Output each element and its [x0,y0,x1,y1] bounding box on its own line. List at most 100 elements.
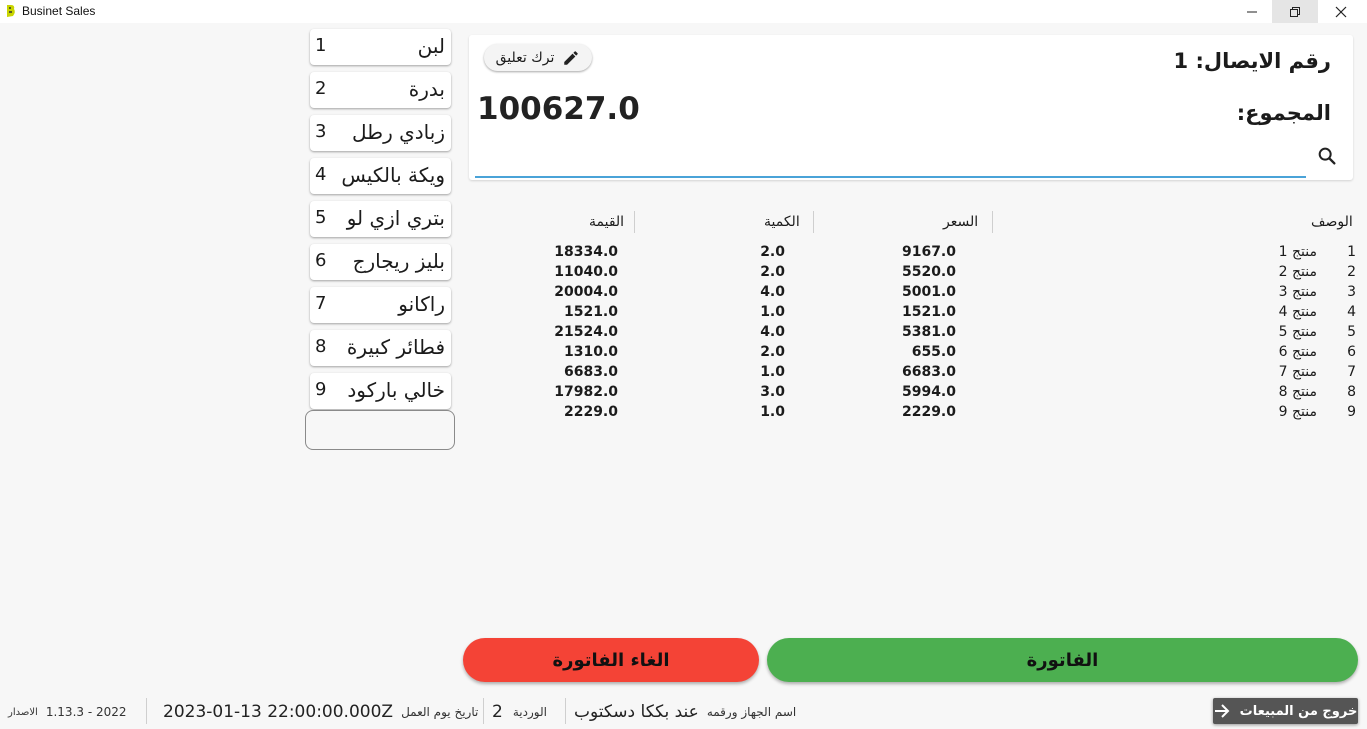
col-header-price: السعر [943,214,979,230]
close-icon [1335,6,1347,17]
row-value: 21524.0 [554,324,618,340]
cancel-invoice-button[interactable]: الغاء الفاتورة [463,638,759,682]
product-name: بتري ازي لو [346,206,445,230]
minimize-button[interactable] [1229,0,1275,23]
invoice-button[interactable]: الفاتورة [767,638,1358,682]
product-name: لبن [417,34,445,58]
product-number: 5 [315,207,327,228]
table-row[interactable]: 7 منتج 7 6683.0 1.0 6683.0 [469,364,1359,384]
row-description: منتج 2 [1278,264,1317,280]
arrow-right-icon [1214,704,1230,718]
title-bar: Businet Sales [0,0,1367,23]
table-row[interactable]: 6 منتج 6 655.0 2.0 1310.0 [469,344,1359,364]
col-header-quantity: الكمية [764,214,800,230]
shift-value: 2 [492,702,503,722]
row-description: منتج 9 [1278,404,1317,420]
product-number: 4 [315,164,327,185]
app-title: Businet Sales [22,4,96,18]
search-underline [475,176,1306,178]
shift-label: الوردية [512,705,547,719]
row-price: 5381.0 [901,324,956,340]
shift-info: 2 الوردية [492,701,547,723]
row-quantity: 1.0 [760,364,785,380]
search-input[interactable] [475,145,1310,175]
status-divider [565,698,566,724]
receipt-number: رقم الايصال: 1 [1173,49,1331,73]
version-info: الاصدار 1.13.3 - 2022 [8,701,127,723]
table-row[interactable]: 2 منتج 2 5520.0 2.0 11040.0 [469,264,1359,284]
row-description: منتج 8 [1278,384,1317,400]
row-quantity: 2.0 [760,244,785,260]
row-index: 3 [1347,284,1356,300]
product-name: فطائر كبيرة [346,335,445,359]
pencil-icon [564,50,579,65]
row-index: 6 [1347,344,1356,360]
product-button[interactable]: زبادي رطل 3 [310,115,451,151]
table-row[interactable]: 4 منتج 4 1521.0 1.0 1521.0 [469,304,1359,324]
row-description: منتج 6 [1278,344,1317,360]
row-index: 4 [1347,304,1356,320]
row-description: منتج 3 [1278,284,1317,300]
table-row[interactable]: 9 منتج 9 2229.0 1.0 2229.0 [469,404,1359,424]
row-quantity: 1.0 [760,404,785,420]
row-description: منتج 4 [1278,304,1317,320]
workday-label: تاريخ يوم العمل [401,705,479,719]
row-price: 9167.0 [901,244,956,260]
product-button[interactable]: راكانو 7 [310,287,451,323]
product-button[interactable]: بتري ازي لو 5 [310,201,451,237]
row-quantity: 3.0 [760,384,785,400]
col-header-value: القيمة [589,214,625,230]
row-index: 1 [1347,244,1356,260]
device-label: اسم الجهاز ورقمه [706,705,797,719]
product-button[interactable]: بدرة 2 [310,72,451,108]
product-name: زبادي رطل [352,120,445,144]
row-index: 8 [1347,384,1356,400]
empty-product-slot[interactable] [305,410,455,450]
row-quantity: 4.0 [760,284,785,300]
product-name: بليز ريجارج [352,249,445,273]
workday-info: 2023-01-13 22:00:00.000Z تاريخ يوم العمل [163,701,478,723]
product-number: 9 [315,379,327,400]
workday-value: 2023-01-13 22:00:00.000Z [163,702,394,722]
row-index: 9 [1347,404,1356,420]
row-quantity: 4.0 [760,324,785,340]
row-price: 6683.0 [901,364,956,380]
row-value: 1521.0 [563,304,618,320]
product-button[interactable]: خالي باركود 9 [310,373,451,409]
exit-sales-button[interactable]: خروج من المبيعات [1213,698,1358,724]
restore-icon [1290,6,1300,17]
column-divider [813,211,814,233]
device-value: عند بككا دسكتوب [574,702,699,722]
row-price: 1521.0 [901,304,956,320]
row-description: منتج 7 [1278,364,1317,380]
product-number: 2 [315,78,327,99]
close-button[interactable] [1318,0,1364,23]
row-index: 5 [1347,324,1356,340]
row-price: 655.0 [911,344,956,360]
product-number: 1 [315,35,327,56]
device-info: عند بككا دسكتوب اسم الجهاز ورقمه [574,701,796,723]
product-number: 6 [315,250,327,271]
product-name: راكانو [398,292,445,316]
product-button[interactable]: لبن 1 [310,29,451,65]
product-button[interactable]: فطائر كبيرة 8 [310,330,451,366]
total-value: 100627.0 [477,91,640,127]
leave-comment-button[interactable]: ترك تعليق [484,44,592,71]
row-value: 1310.0 [563,344,618,360]
table-row[interactable]: 5 منتج 5 5381.0 4.0 21524.0 [469,324,1359,344]
product-name: خالي باركود [347,378,445,402]
table-row[interactable]: 3 منتج 3 5001.0 4.0 20004.0 [469,284,1359,304]
status-divider [146,698,147,724]
invoice-header-card: رقم الايصال: 1 المجموع: 100627.0 ترك تعل… [469,35,1353,180]
product-button[interactable]: بليز ريجارج 6 [310,244,451,280]
row-description: منتج 5 [1278,324,1317,340]
product-number: 3 [315,121,327,142]
table-row[interactable]: 8 منتج 8 5994.0 3.0 17982.0 [469,384,1359,404]
product-number: 7 [315,293,327,314]
row-value: 6683.0 [563,364,618,380]
search-icon[interactable] [1316,145,1338,167]
table-row[interactable]: 1 منتج 1 9167.0 2.0 18334.0 [469,244,1359,264]
product-name: ويكة بالكيس [341,163,445,187]
product-button[interactable]: ويكة بالكيس 4 [310,158,451,194]
restore-button[interactable] [1272,0,1318,23]
